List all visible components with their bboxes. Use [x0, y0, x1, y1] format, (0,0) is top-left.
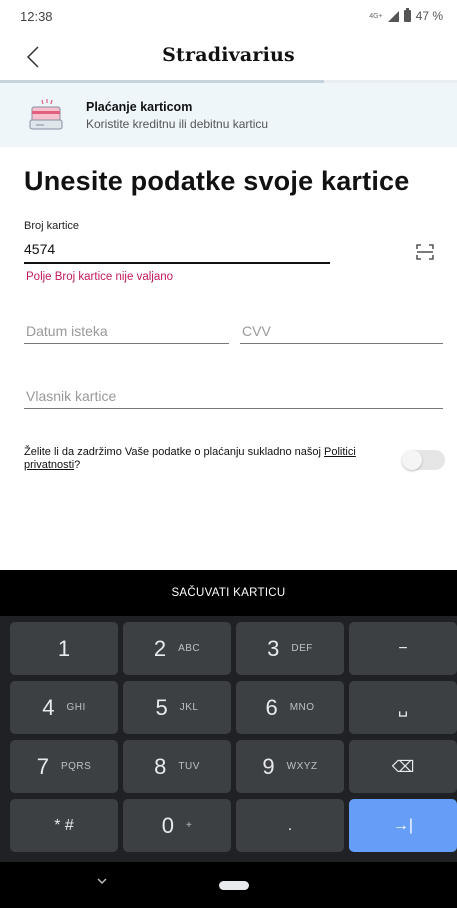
signal-icon — [387, 10, 399, 22]
card-number-underline — [24, 262, 330, 264]
key-5-label: 5 — [155, 694, 168, 720]
key-next[interactable]: →| — [349, 799, 457, 852]
consent-text: Želite li da zadržimo Vaše podatke o pla… — [24, 446, 325, 458]
system-nav-bar — [0, 862, 457, 908]
card-holder-field[interactable] — [24, 383, 443, 409]
key-2[interactable]: 2 ABC — [123, 622, 231, 675]
key-dot-label: . — [287, 816, 293, 834]
payment-method-title: Plaćanje karticom — [86, 99, 193, 114]
app-header: Stradivarius — [0, 32, 457, 82]
key-5-letters: JKL — [179, 702, 199, 713]
key-2-letters: ABC — [178, 643, 201, 654]
key-backspace[interactable]: ⌫ — [349, 740, 457, 793]
payment-method-banner: Plaćanje karticom Koristite kreditnu ili… — [0, 83, 457, 147]
status-time: 12:38 — [20, 8, 53, 24]
save-card-button[interactable]: SAČUVATI KARTICU — [0, 570, 457, 616]
key-6-letters: MNO — [289, 702, 315, 713]
network-type-icon: 4G+ — [369, 12, 383, 20]
page-title: Unesite podatke svoje kartice — [24, 166, 410, 196]
key-7-label: 7 — [36, 753, 49, 779]
key-6[interactable]: 6 MNO — [236, 681, 344, 734]
cvv-field[interactable] — [240, 318, 443, 344]
key-9-label: 9 — [262, 753, 275, 779]
key-9[interactable]: 9 WXYZ — [236, 740, 344, 793]
key-2-label: 2 — [153, 635, 167, 661]
key-1-label: 1 — [57, 635, 71, 661]
key-9-letters: WXYZ — [286, 761, 318, 772]
card-number-label: Broj kartice — [24, 220, 80, 232]
key-0[interactable]: 0 + — [123, 799, 231, 852]
card-number-input[interactable]: 4574 — [24, 238, 330, 260]
key-4-label: 4 — [42, 694, 55, 720]
payment-method-text: Plaćanje karticom Koristite kreditnu ili… — [86, 100, 268, 131]
key-3-letters: DEF — [291, 643, 313, 654]
card-number-error: Polje Broj kartice nije valjano — [26, 271, 174, 283]
key-next-label: →| — [392, 816, 414, 834]
key-8-letters: TUV — [178, 761, 200, 772]
brand-logo[interactable]: Stradivarius — [0, 44, 457, 66]
key-7-letters: PQRS — [60, 761, 92, 772]
key-star-hash[interactable]: * # — [10, 799, 118, 852]
scan-card-icon[interactable] — [416, 244, 434, 260]
key-space[interactable]: ␣ — [349, 681, 457, 734]
payment-method-subtitle: Koristite kreditnu ili debitnu karticu — [86, 116, 269, 131]
hide-keyboard-chevron-icon[interactable] — [95, 876, 109, 886]
save-card-toggle-knob — [402, 450, 422, 470]
key-8[interactable]: 8 TUV — [123, 740, 231, 793]
battery-percent: 47 % — [415, 9, 443, 23]
status-bar: 12:38 4G+ 47 % — [0, 0, 457, 32]
key-3-label: 3 — [267, 635, 280, 661]
status-icons: 4G+ 47 % — [369, 8, 443, 23]
consent-suffix: ? — [74, 459, 81, 471]
key-dot[interactable]: . — [236, 799, 344, 852]
key-3[interactable]: 3 DEF — [236, 622, 344, 675]
key-backspace-label: ⌫ — [391, 758, 415, 776]
home-pill-icon[interactable] — [219, 881, 249, 890]
save-card-toggle[interactable] — [402, 450, 445, 470]
key-5[interactable]: 5 JKL — [123, 681, 231, 734]
key-4-letters: GHI — [66, 702, 86, 713]
key-4[interactable]: 4 GHI — [10, 681, 118, 734]
key-7[interactable]: 7 PQRS — [10, 740, 118, 793]
key-space-label: ␣ — [397, 699, 409, 717]
key-minus[interactable]: − — [349, 622, 457, 675]
numeric-keyboard: 1 2 ABC 3 DEF − 4 GHI 5 JKL 6 MNO ␣ 7 PQRS 8 TUV 9 WXYZ ⌫ * … — [0, 616, 457, 862]
key-star-hash-label: * # — [54, 816, 74, 834]
credit-card-icon — [29, 99, 63, 130]
key-0-letters: + — [185, 820, 193, 831]
key-6-label: 6 — [265, 694, 278, 720]
expiry-date-field[interactable] — [24, 318, 229, 344]
key-minus-label: − — [398, 639, 408, 657]
key-0-label: 0 — [161, 812, 174, 838]
key-8-label: 8 — [154, 753, 167, 779]
key-1[interactable]: 1 — [10, 622, 118, 675]
save-card-consent: Želite li da zadržimo Vaše podatke o pla… — [24, 446, 374, 472]
battery-icon — [403, 8, 411, 22]
card-number-field[interactable]: Broj kartice 4574 — [24, 220, 330, 264]
